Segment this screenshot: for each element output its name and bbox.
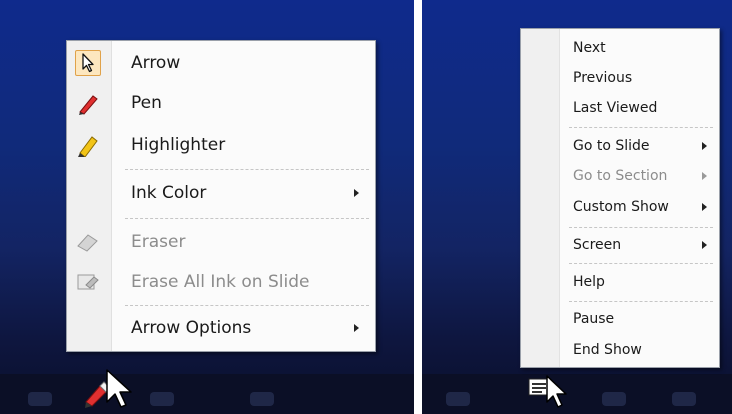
toolbar-button-shadow	[250, 392, 274, 406]
menu-item-help[interactable]: Help	[521, 266, 719, 298]
toolbar-button-shadow	[150, 392, 174, 406]
menu-item-label: Screen	[573, 237, 622, 253]
menu-item-custom-show[interactable]: Custom Show	[521, 191, 719, 223]
menu-item-label: Arrow Options	[131, 318, 252, 338]
mouse-pointer-icon	[546, 375, 567, 408]
menu-item-pen[interactable]: Pen	[67, 85, 375, 121]
menu-item-end-show[interactable]: End Show	[521, 335, 719, 365]
menu-item-label: Help	[573, 274, 605, 290]
toolbar-button-shadow	[446, 392, 470, 406]
menu-item-label: Next	[573, 40, 606, 56]
erase-all-icon	[75, 269, 101, 295]
menu-item-previous[interactable]: Previous	[521, 63, 719, 93]
menu-separator	[569, 227, 713, 228]
menu-separator	[569, 301, 713, 302]
menu-item-eraser[interactable]: Eraser	[67, 223, 375, 261]
menu-item-label: Ink Color	[131, 183, 207, 203]
menu-item-ink-color[interactable]: Ink Color	[67, 173, 375, 213]
submenu-arrow-icon	[702, 172, 707, 180]
menu-item-next[interactable]: Next	[521, 33, 719, 63]
menu-item-label: Custom Show	[573, 199, 669, 215]
mouse-pointer-icon	[106, 369, 132, 408]
toolbar-button-shadow	[28, 392, 52, 406]
submenu-arrow-icon	[702, 241, 707, 249]
menu-item-label: Highlighter	[131, 135, 226, 155]
slideshow-toolbar	[422, 374, 732, 414]
menu-item-label: Erase All Ink on Slide	[131, 272, 310, 292]
menu-item-label: Go to Section	[573, 168, 668, 184]
menu-item-go-to-slide[interactable]: Go to Slide	[521, 131, 719, 161]
toolbar-button-shadow	[602, 392, 626, 406]
slideshow-background-left: Arrow Pen Highlighter Ink Color Eraser E…	[0, 0, 414, 414]
menu-separator	[125, 169, 369, 170]
menu-item-label: End Show	[573, 342, 642, 358]
eraser-icon	[75, 229, 101, 255]
submenu-arrow-icon	[702, 142, 707, 150]
menu-separator	[569, 127, 713, 128]
slideshow-toolbar	[0, 374, 414, 414]
menu-separator	[125, 218, 369, 219]
menu-item-label: Pen	[131, 93, 162, 113]
mouse-cursor	[544, 374, 570, 414]
menu-item-pause[interactable]: Pause	[521, 303, 719, 335]
menu-item-erase-all-ink[interactable]: Erase All Ink on Slide	[67, 263, 375, 301]
pen-icon	[75, 90, 101, 116]
menu-item-label: Go to Slide	[573, 138, 650, 154]
submenu-arrow-icon	[702, 203, 707, 211]
menu-separator	[125, 305, 369, 306]
menu-separator	[569, 263, 713, 264]
menu-item-go-to-section[interactable]: Go to Section	[521, 161, 719, 191]
menu-item-arrow-options[interactable]: Arrow Options	[67, 309, 375, 347]
pointer-options-menu: Arrow Pen Highlighter Ink Color Eraser E…	[66, 40, 376, 352]
menu-item-arrow[interactable]: Arrow	[67, 45, 375, 81]
mouse-cursor	[104, 368, 134, 414]
menu-item-label: Arrow	[131, 53, 181, 73]
menu-item-label: Last Viewed	[573, 100, 658, 116]
menu-item-last-viewed[interactable]: Last Viewed	[521, 93, 719, 123]
slideshow-navigation-menu: Next Previous Last Viewed Go to Slide Go…	[520, 28, 720, 368]
toolbar-button-shadow	[672, 392, 696, 406]
menu-item-highlighter[interactable]: Highlighter	[67, 125, 375, 165]
submenu-arrow-icon	[354, 324, 359, 332]
menu-item-screen[interactable]: Screen	[521, 229, 719, 261]
menu-item-label: Eraser	[131, 232, 186, 252]
arrow-pointer-icon	[75, 50, 101, 76]
submenu-arrow-icon	[354, 189, 359, 197]
menu-item-label: Previous	[573, 70, 633, 86]
menu-item-label: Pause	[573, 311, 615, 327]
highlighter-icon	[75, 132, 101, 158]
